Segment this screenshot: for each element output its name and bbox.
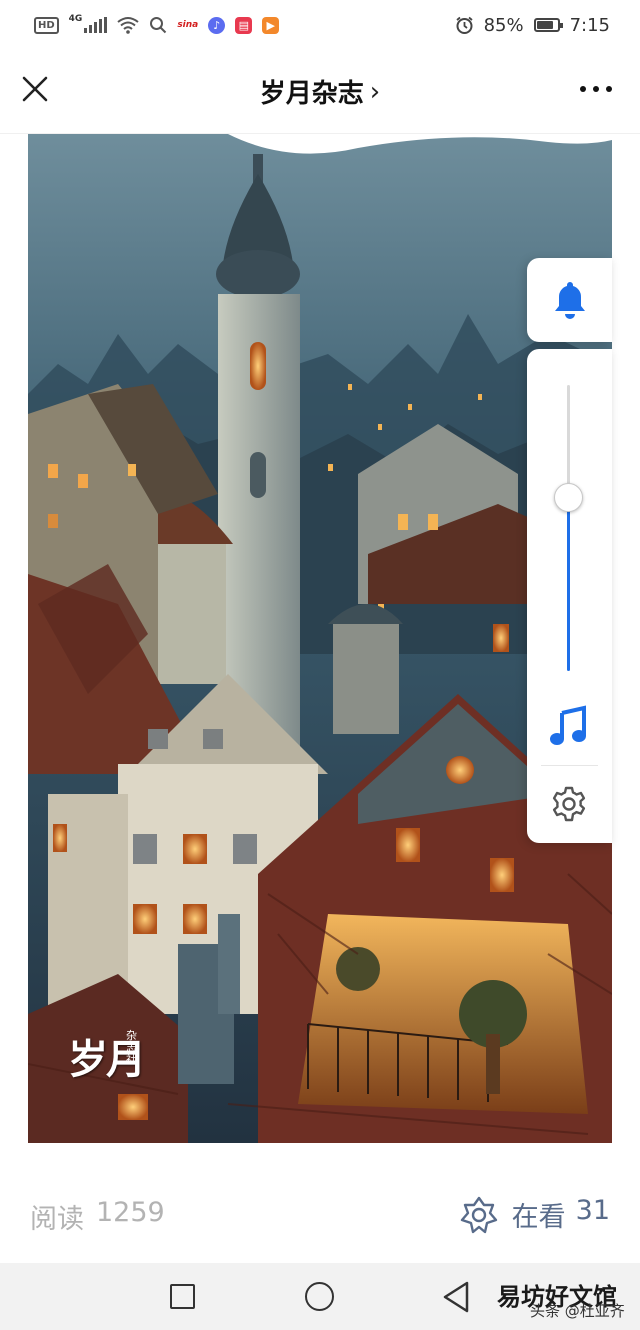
wow-icon <box>460 1196 497 1233</box>
watching-count: 31 <box>575 1195 610 1226</box>
read-count: 阅读 1259 <box>30 1197 165 1236</box>
audio-control-card <box>527 349 612 843</box>
alarm-clock-icon <box>455 16 473 34</box>
gear-icon[interactable] <box>551 786 587 822</box>
video-app-icon: ▤ <box>235 16 253 34</box>
account-name-link[interactable]: 岁月杂志 › <box>260 73 380 110</box>
page-title: 岁月杂志 <box>259 79 364 109</box>
status-bar: HD 4G sina ♪ ▤ ▶ 85% 7:15 <box>0 0 640 50</box>
article-header: 岁月杂志 › <box>0 50 640 134</box>
volume-slider[interactable] <box>554 385 583 671</box>
volume-slider-fill <box>567 497 570 671</box>
wifi-icon <box>117 17 139 34</box>
square-icon[interactable] <box>170 1284 195 1309</box>
battery-percent: 85% <box>483 14 524 36</box>
watching-label: 在看 <box>511 1202 566 1233</box>
search-icon <box>150 17 167 34</box>
close-icon[interactable] <box>18 72 54 108</box>
watching-label-group: 在看 31 <box>512 1195 610 1234</box>
status-left: HD 4G sina ♪ ▤ ▶ <box>34 14 280 34</box>
volume-slider-thumb[interactable] <box>554 483 583 512</box>
notification-card[interactable] <box>527 258 612 342</box>
circle-icon[interactable] <box>305 1282 334 1311</box>
triangle-back-icon[interactable] <box>441 1280 471 1314</box>
screen: HD 4G sina ♪ ▤ ▶ 85% 7:15 岁月杂志 › 岁月 杂志社 … <box>0 0 640 1330</box>
clock-time: 7:15 <box>569 14 610 36</box>
card-divider <box>541 765 598 766</box>
watermark-subtitle: 杂志社 <box>126 1029 137 1066</box>
player-app-icon: ▶ <box>262 16 280 34</box>
read-label: 阅读 <box>30 1204 84 1235</box>
painting-night-rooftops <box>28 134 612 1143</box>
more-dots-icon[interactable] <box>580 86 612 92</box>
watching-button[interactable]: 在看 31 <box>460 1195 610 1234</box>
author-watermark: 头条 @杜亚齐 <box>530 1302 625 1320</box>
signal-bars-icon <box>84 17 108 33</box>
battery-icon <box>533 18 563 32</box>
status-right: 85% 7:15 <box>455 15 610 36</box>
network-type: 4G <box>68 14 83 24</box>
music-note-icon[interactable] <box>550 705 588 747</box>
read-count-value: 1259 <box>96 1197 165 1228</box>
bell-icon <box>554 282 585 319</box>
chevron-right-icon: › <box>369 76 381 107</box>
article-image: 岁月 杂志社 <box>28 134 612 1143</box>
music-app-icon: ♪ <box>208 16 226 34</box>
sina-weibo-app-icon: sina <box>177 20 199 30</box>
hd-badge: HD <box>34 16 59 34</box>
